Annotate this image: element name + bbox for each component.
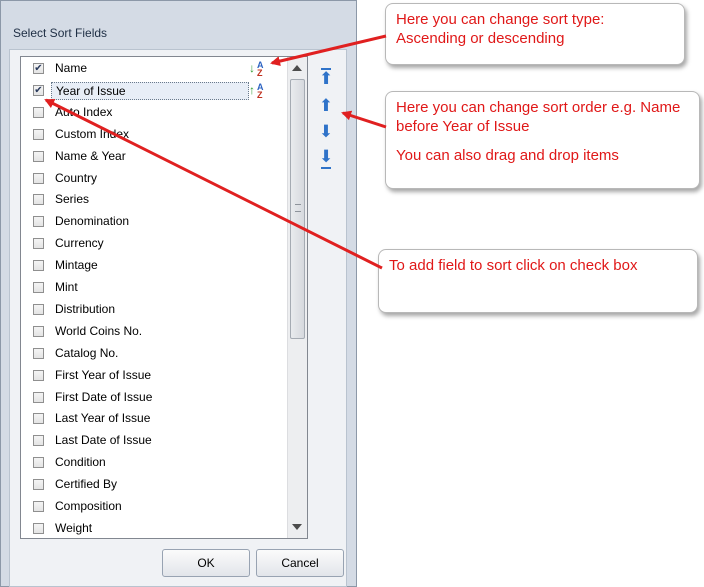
arrow-to-move-buttons — [341, 110, 387, 129]
arrow-to-sort-icon — [270, 34, 387, 67]
annotation-arrows — [44, 34, 387, 270]
arrow-to-checkbox — [44, 98, 383, 270]
